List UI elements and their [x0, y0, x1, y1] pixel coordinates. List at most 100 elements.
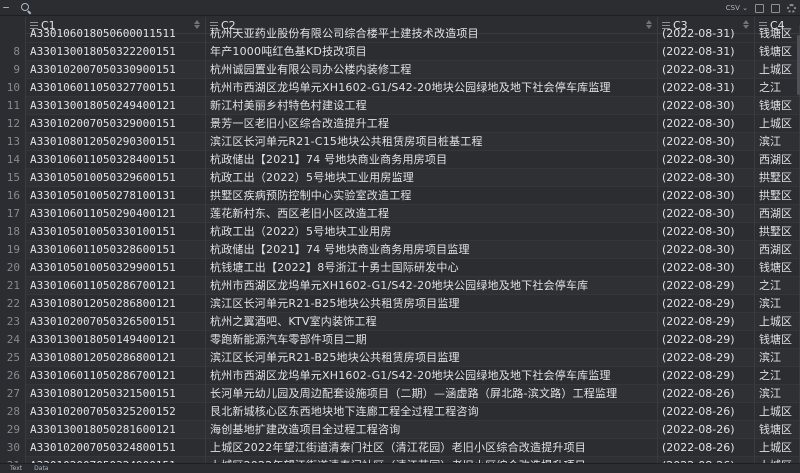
cell-c2[interactable]: 杭州市西湖区龙坞单元XH1602-G1/S42-20地块公园绿地及地下社会停车库… [206, 79, 658, 97]
cell-c3[interactable]: (2022-08-31) [658, 61, 755, 79]
table-row[interactable]: 12 A330102007050329000151 景芳一区老旧小区综合改造提升工程… [0, 115, 800, 133]
cell-c4[interactable]: 钱塘区 [755, 43, 800, 61]
cell-c2[interactable]: 杭政工出（2022）5号地块工业用房 [206, 223, 658, 241]
cell-c4[interactable]: 西湖区 [755, 151, 800, 169]
cell-c4[interactable]: 钱塘区 [755, 331, 800, 349]
cell-c3[interactable]: (2022-08-26) [658, 439, 755, 457]
cell-c2[interactable]: 艮北新城核心区东西地块地下连廊工程全过程工程咨询 [206, 403, 658, 421]
cell-c1[interactable]: A330106011050328400151 [26, 151, 206, 169]
table-row[interactable]: 21 A330106011050286700121 杭州市西湖区龙坞单元XH1602… [0, 277, 800, 295]
cell-c3[interactable]: (2022-08-29) [658, 331, 755, 349]
cell-c1[interactable]: A330130018050322200151 [26, 43, 206, 61]
table-row[interactable]: 27 A330108012050321500151 长河单元幼儿园及周边配套设施项目… [0, 385, 800, 403]
cell-c4[interactable]: 上城区 [755, 403, 800, 421]
cell-c4[interactable]: 拱墅区 [755, 187, 800, 205]
cell-c4[interactable]: 上城区 [755, 61, 800, 79]
cell-c3[interactable]: (2022-08-30) [658, 259, 755, 277]
cell-c2[interactable]: 拱墅区疾病预防控制中心实验室改造工程 [206, 187, 658, 205]
cell-c1[interactable]: A330130018050249400121 [26, 97, 206, 115]
cell-c2[interactable]: 杭州天亚药业股份有限公司综合楼平土建技术改造项目 [206, 25, 658, 43]
table-row[interactable]: 30 A330102007050324800151 上城区2022年望江街道清泰门社… [0, 439, 800, 457]
table-row[interactable]: 25 A330108012050286800121 滨江区长河单元R21-B25地块… [0, 349, 800, 367]
cell-c2[interactable]: 杭政储出【2021】74 号地块商业商务用房项目监理 [206, 241, 658, 259]
cell-c4[interactable]: 滨江 [755, 133, 800, 151]
cell-c1[interactable]: A330102007050326500151 [26, 313, 206, 331]
table-row[interactable]: 19 A330106011050328600151 杭政储出【2021】74 号地块… [0, 241, 800, 259]
tab-text[interactable]: Text [10, 465, 22, 472]
settings-icon[interactable] [787, 3, 796, 13]
export-icon[interactable] [755, 3, 764, 13]
table-row[interactable]: 14 A330106011050328400151 杭政储出【2021】74 号地块… [0, 151, 800, 169]
cell-c3[interactable]: (2022-08-30) [658, 241, 755, 259]
cell-c3[interactable]: (2022-08-30) [658, 187, 755, 205]
table-row[interactable]: 18 A330105010050330100151 杭政工出（2022）5号地块工业… [0, 223, 800, 241]
table-row[interactable]: 9 A330102007050330900151 杭州诚园置业有限公司办公楼内装修工… [0, 61, 800, 79]
cell-c1[interactable]: A330102007050330900151 [26, 61, 206, 79]
cell-c2[interactable]: 杭州市西湖区龙坞单元XH1602-G1/S42-20地块公园绿地及地下社会停车库… [206, 367, 658, 385]
cell-c1[interactable]: A330106011050286700121 [26, 277, 206, 295]
table-row[interactable]: 17 A330106011050290400121 莲花新村东、西区老旧小区改造工程… [0, 205, 800, 223]
cell-c4[interactable]: 滨江 [755, 385, 800, 403]
cell-c2[interactable]: 滨江区长河单元R21-B25地块公共租赁房项目监理 [206, 295, 658, 313]
cell-c2[interactable]: 长河单元幼儿园及周边配套设施项目（二期）—涵虚路（屏北路-滨文路）工程监理 [206, 385, 658, 403]
cell-c2[interactable]: 杭州之翼酒吧、KTV室内装饰工程 [206, 313, 658, 331]
cell-c2[interactable]: 杭钱塘工出【2022】8号浙江十勇士国际研发中心 [206, 259, 658, 277]
cell-c4[interactable]: 滨江 [755, 295, 800, 313]
cell-c3[interactable]: (2022-08-26) [658, 421, 755, 439]
cell-c4[interactable]: 钱塘区 [755, 25, 800, 43]
cell-c2[interactable]: 莲花新村东、西区老旧小区改造工程 [206, 205, 658, 223]
cell-c1[interactable]: A330108012050321500151 [26, 385, 206, 403]
cell-c4[interactable]: 之江 [755, 277, 800, 295]
cell-c3[interactable]: (2022-08-29) [658, 277, 755, 295]
cell-c3[interactable]: (2022-08-29) [658, 367, 755, 385]
table-row[interactable]: 23 A330102007050326500151 杭州之翼酒吧、KTV室内装饰工程… [0, 313, 800, 331]
table-row[interactable]: 11 A330130018050249400121 新江村美丽乡村特色村建设工程 (2… [0, 97, 800, 115]
collapse-button[interactable]: − [0, 1, 12, 15]
cell-c1[interactable]: A330130018050281600121 [26, 421, 206, 439]
cell-c1[interactable]: A330102007050324800151 [26, 439, 206, 457]
table-row[interactable]: 28 A330102007050325200152 艮北新城核心区东西地块地下连廊工… [0, 403, 800, 421]
cell-c2[interactable]: 杭政工出（2022）5号地块工业用房监理 [206, 169, 658, 187]
tab-data[interactable]: Data [34, 465, 48, 472]
search-icon[interactable] [20, 2, 32, 14]
cell-c4[interactable]: 拱墅区 [755, 169, 800, 187]
table-row[interactable]: 22 A330108012050286800121 滨江区长河单元R21-B25地块… [0, 295, 800, 313]
layout-icon[interactable] [771, 3, 780, 13]
cell-c4[interactable]: 西湖区 [755, 205, 800, 223]
cell-c2[interactable]: 海创基地扩建改造项目全过程工程咨询 [206, 421, 658, 439]
cell-c1[interactable]: A330105010050278100131 [26, 187, 206, 205]
cell-c4[interactable]: 拱墅区 [755, 223, 800, 241]
cell-c1[interactable]: A330130018050149400121 [26, 331, 206, 349]
cell-c3[interactable]: (2022-08-29) [658, 349, 755, 367]
cell-c3[interactable]: (2022-08-31) [658, 43, 755, 61]
cell-c1[interactable]: A330106011050286700121 [26, 367, 206, 385]
cell-c1[interactable]: A330102007050325200152 [26, 403, 206, 421]
cell-c4[interactable]: 之江 [755, 367, 800, 385]
table-row[interactable]: 20 A330105010050329900151 杭钱塘工出【2022】8号浙江十… [0, 259, 800, 277]
cell-c4[interactable]: 上城区 [755, 115, 800, 133]
table-row[interactable]: 13 A330108012050290300151 滨江区长河单元R21-C15地块… [0, 133, 800, 151]
cell-c3[interactable]: (2022-08-30) [658, 205, 755, 223]
cell-c2[interactable]: 景芳一区老旧小区综合改造提升工程 [206, 115, 658, 133]
cell-c2[interactable]: 滨江区长河单元R21-C15地块公共租赁房项目桩基工程 [206, 133, 658, 151]
cell-c3[interactable]: (2022-08-29) [658, 295, 755, 313]
cell-c1[interactable]: A330105010050329600151 [26, 169, 206, 187]
cell-c4[interactable]: 上城区 [755, 313, 800, 331]
table-row[interactable]: 10 A330106011050327700151 杭州市西湖区龙坞单元XH1602… [0, 79, 800, 97]
cell-c3[interactable]: (2022-08-30) [658, 151, 755, 169]
cell-c2[interactable]: 零跑新能源汽车零部件项目二期 [206, 331, 658, 349]
table-row[interactable]: 8 A330130018050322200151 年产1000吨红色基KD技改项目(… [0, 43, 800, 61]
cell-c3[interactable]: (2022-08-30) [658, 223, 755, 241]
cell-c1[interactable]: A330108012050290300151 [26, 133, 206, 151]
table-row[interactable]: 26 A330106011050286700121 杭州市西湖区龙坞单元XH1602… [0, 367, 800, 385]
cell-c1[interactable]: A330108012050286800121 [26, 295, 206, 313]
table-row[interactable]: 15 A330105010050329600151 杭政工出（2022）5号地块工业… [0, 169, 800, 187]
cell-c1[interactable]: A330105010050330100151 [26, 223, 206, 241]
cell-c3[interactable]: (2022-08-30) [658, 169, 755, 187]
cell-c3[interactable]: (2022-08-31) [658, 25, 755, 43]
cell-c4[interactable]: 钱塘区 [755, 421, 800, 439]
table-row[interactable]: 29 A330130018050281600121 海创基地扩建改造项目全过程工程咨… [0, 421, 800, 439]
cell-c3[interactable]: (2022-08-26) [658, 385, 755, 403]
cell-c3[interactable]: (2022-08-26) [658, 403, 755, 421]
cell-c3[interactable]: (2022-08-30) [658, 133, 755, 151]
